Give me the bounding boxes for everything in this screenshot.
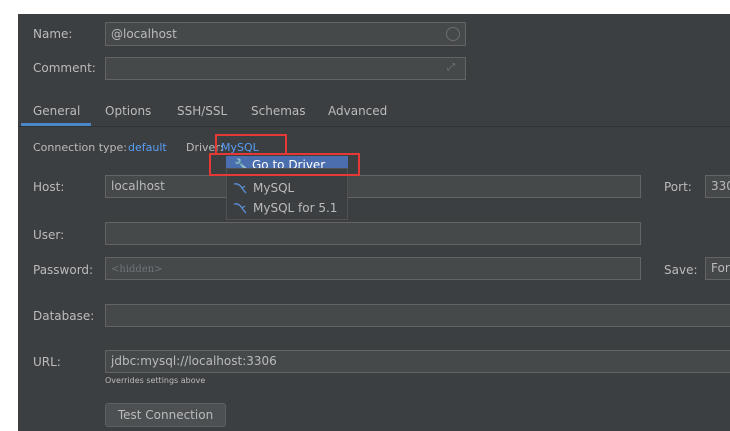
mysql-51-item[interactable]: MySQL for 5.1 [227, 199, 347, 217]
host-field[interactable]: localhost [105, 175, 641, 198]
host-value: localhost [111, 179, 165, 193]
password-label: Password: [33, 263, 94, 277]
tab-schemas[interactable]: Schemas [251, 103, 306, 119]
connection-type-label: Connection type: [33, 141, 128, 154]
test-connection-button[interactable]: Test Connection [105, 403, 226, 427]
tab-ssh-ssl[interactable]: SSH/SSL [177, 103, 227, 119]
dolphin-icon [233, 183, 247, 194]
tab-options[interactable]: Options [105, 103, 151, 119]
url-label: URL: [33, 355, 61, 369]
name-value: @localhost [111, 27, 177, 41]
url-value: jdbc:mysql://localhost:3306 [111, 354, 277, 368]
go-to-driver-highlight-box [209, 153, 360, 176]
password-field[interactable]: <hidden> [105, 257, 641, 280]
driver-highlight-box [215, 134, 287, 155]
host-label: Host: [33, 180, 65, 194]
user-field[interactable] [105, 222, 641, 245]
name-label: Name: [33, 27, 73, 41]
user-label: User: [33, 228, 65, 242]
connection-type-link[interactable]: default [128, 140, 167, 156]
comment-field[interactable]: ⤢ [105, 57, 466, 80]
mysql-item-label: MySQL [253, 181, 295, 195]
url-field[interactable]: jdbc:mysql://localhost:3306 [105, 350, 730, 373]
name-field[interactable]: @localhost [105, 22, 466, 46]
database-field[interactable] [105, 304, 730, 327]
dolphin-icon [233, 203, 247, 214]
database-label: Database: [33, 309, 95, 323]
save-select[interactable]: For [705, 257, 730, 280]
tab-advanced[interactable]: Advanced [328, 103, 387, 119]
tabs-divider [18, 126, 730, 127]
clear-icon[interactable] [446, 27, 460, 41]
port-field[interactable]: 330 [705, 175, 730, 198]
port-label: Port: [664, 180, 692, 194]
mysql-51-item-label: MySQL for 5.1 [253, 201, 338, 215]
mysql-item[interactable]: MySQL [227, 179, 347, 197]
expand-icon[interactable]: ⤢ [447, 58, 455, 78]
password-placeholder: <hidden> [111, 264, 163, 275]
save-label: Save: [664, 263, 698, 277]
save-value: For [711, 261, 730, 275]
comment-label: Comment: [33, 61, 96, 75]
tab-general[interactable]: General [33, 103, 80, 119]
data-source-settings-panel: Name: @localhost Comment: ⤢ General Opti… [18, 14, 730, 431]
url-hint: Overrides settings above [105, 376, 206, 385]
port-value: 330 [711, 179, 730, 193]
